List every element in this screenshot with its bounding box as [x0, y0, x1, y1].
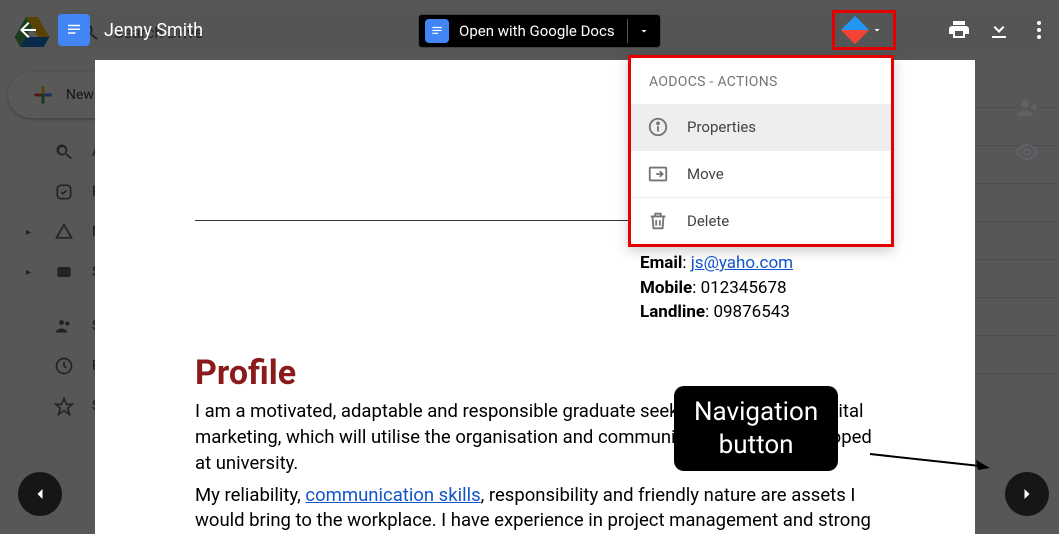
- chevron-right-icon: [1017, 484, 1037, 504]
- aodocs-toolbar-button[interactable]: [832, 10, 896, 50]
- add-people-button[interactable]: [1007, 88, 1047, 128]
- print-button[interactable]: [939, 10, 979, 50]
- email-link[interactable]: js@yaho.com: [691, 253, 793, 273]
- aodocs-actions-menu: AODOCS - ACTIONS Properties Move Delete: [628, 55, 894, 247]
- more-button[interactable]: [1019, 10, 1059, 50]
- more-vert-icon: [1027, 18, 1051, 42]
- menu-item-move[interactable]: Move: [631, 150, 891, 197]
- docs-icon: [58, 14, 90, 46]
- trash-icon: [647, 210, 669, 232]
- caret-down-icon: [871, 24, 883, 36]
- comm-skills-link[interactable]: communication skills: [305, 484, 480, 506]
- preview-button[interactable]: [1007, 132, 1047, 172]
- profile-para-2: My reliability, communication skills, re…: [195, 483, 875, 534]
- arrow-back-icon: [16, 18, 40, 42]
- tooltip-navigation-button: Navigation button: [674, 386, 838, 471]
- menu-item-properties[interactable]: Properties: [631, 104, 891, 150]
- chevron-left-icon: [30, 484, 50, 504]
- move-icon: [647, 163, 669, 185]
- open-with-dropdown[interactable]: [628, 25, 660, 37]
- annotation-arrow: [870, 450, 990, 470]
- person-add-icon: [1015, 96, 1039, 120]
- menu-header: AODOCS - ACTIONS: [631, 58, 891, 104]
- next-button[interactable]: [1005, 472, 1049, 516]
- docs-icon: [425, 19, 449, 43]
- info-icon: [647, 116, 669, 138]
- doc-title: Jenny Smith: [104, 20, 203, 41]
- eye-icon: [1015, 140, 1039, 164]
- download-icon: [987, 18, 1011, 42]
- print-icon: [947, 18, 971, 42]
- caret-down-icon: [638, 25, 650, 37]
- viewer-right-actions: [939, 0, 1059, 60]
- contact-block: Email: js@yaho.com Mobile: 012345678 Lan…: [640, 251, 875, 325]
- prev-button[interactable]: [18, 472, 62, 516]
- back-button[interactable]: [8, 10, 48, 50]
- download-button[interactable]: [979, 10, 1019, 50]
- open-with-button[interactable]: Open with Google Docs: [418, 14, 661, 48]
- aodocs-logo-icon: [841, 16, 869, 44]
- menu-item-delete[interactable]: Delete: [631, 197, 891, 244]
